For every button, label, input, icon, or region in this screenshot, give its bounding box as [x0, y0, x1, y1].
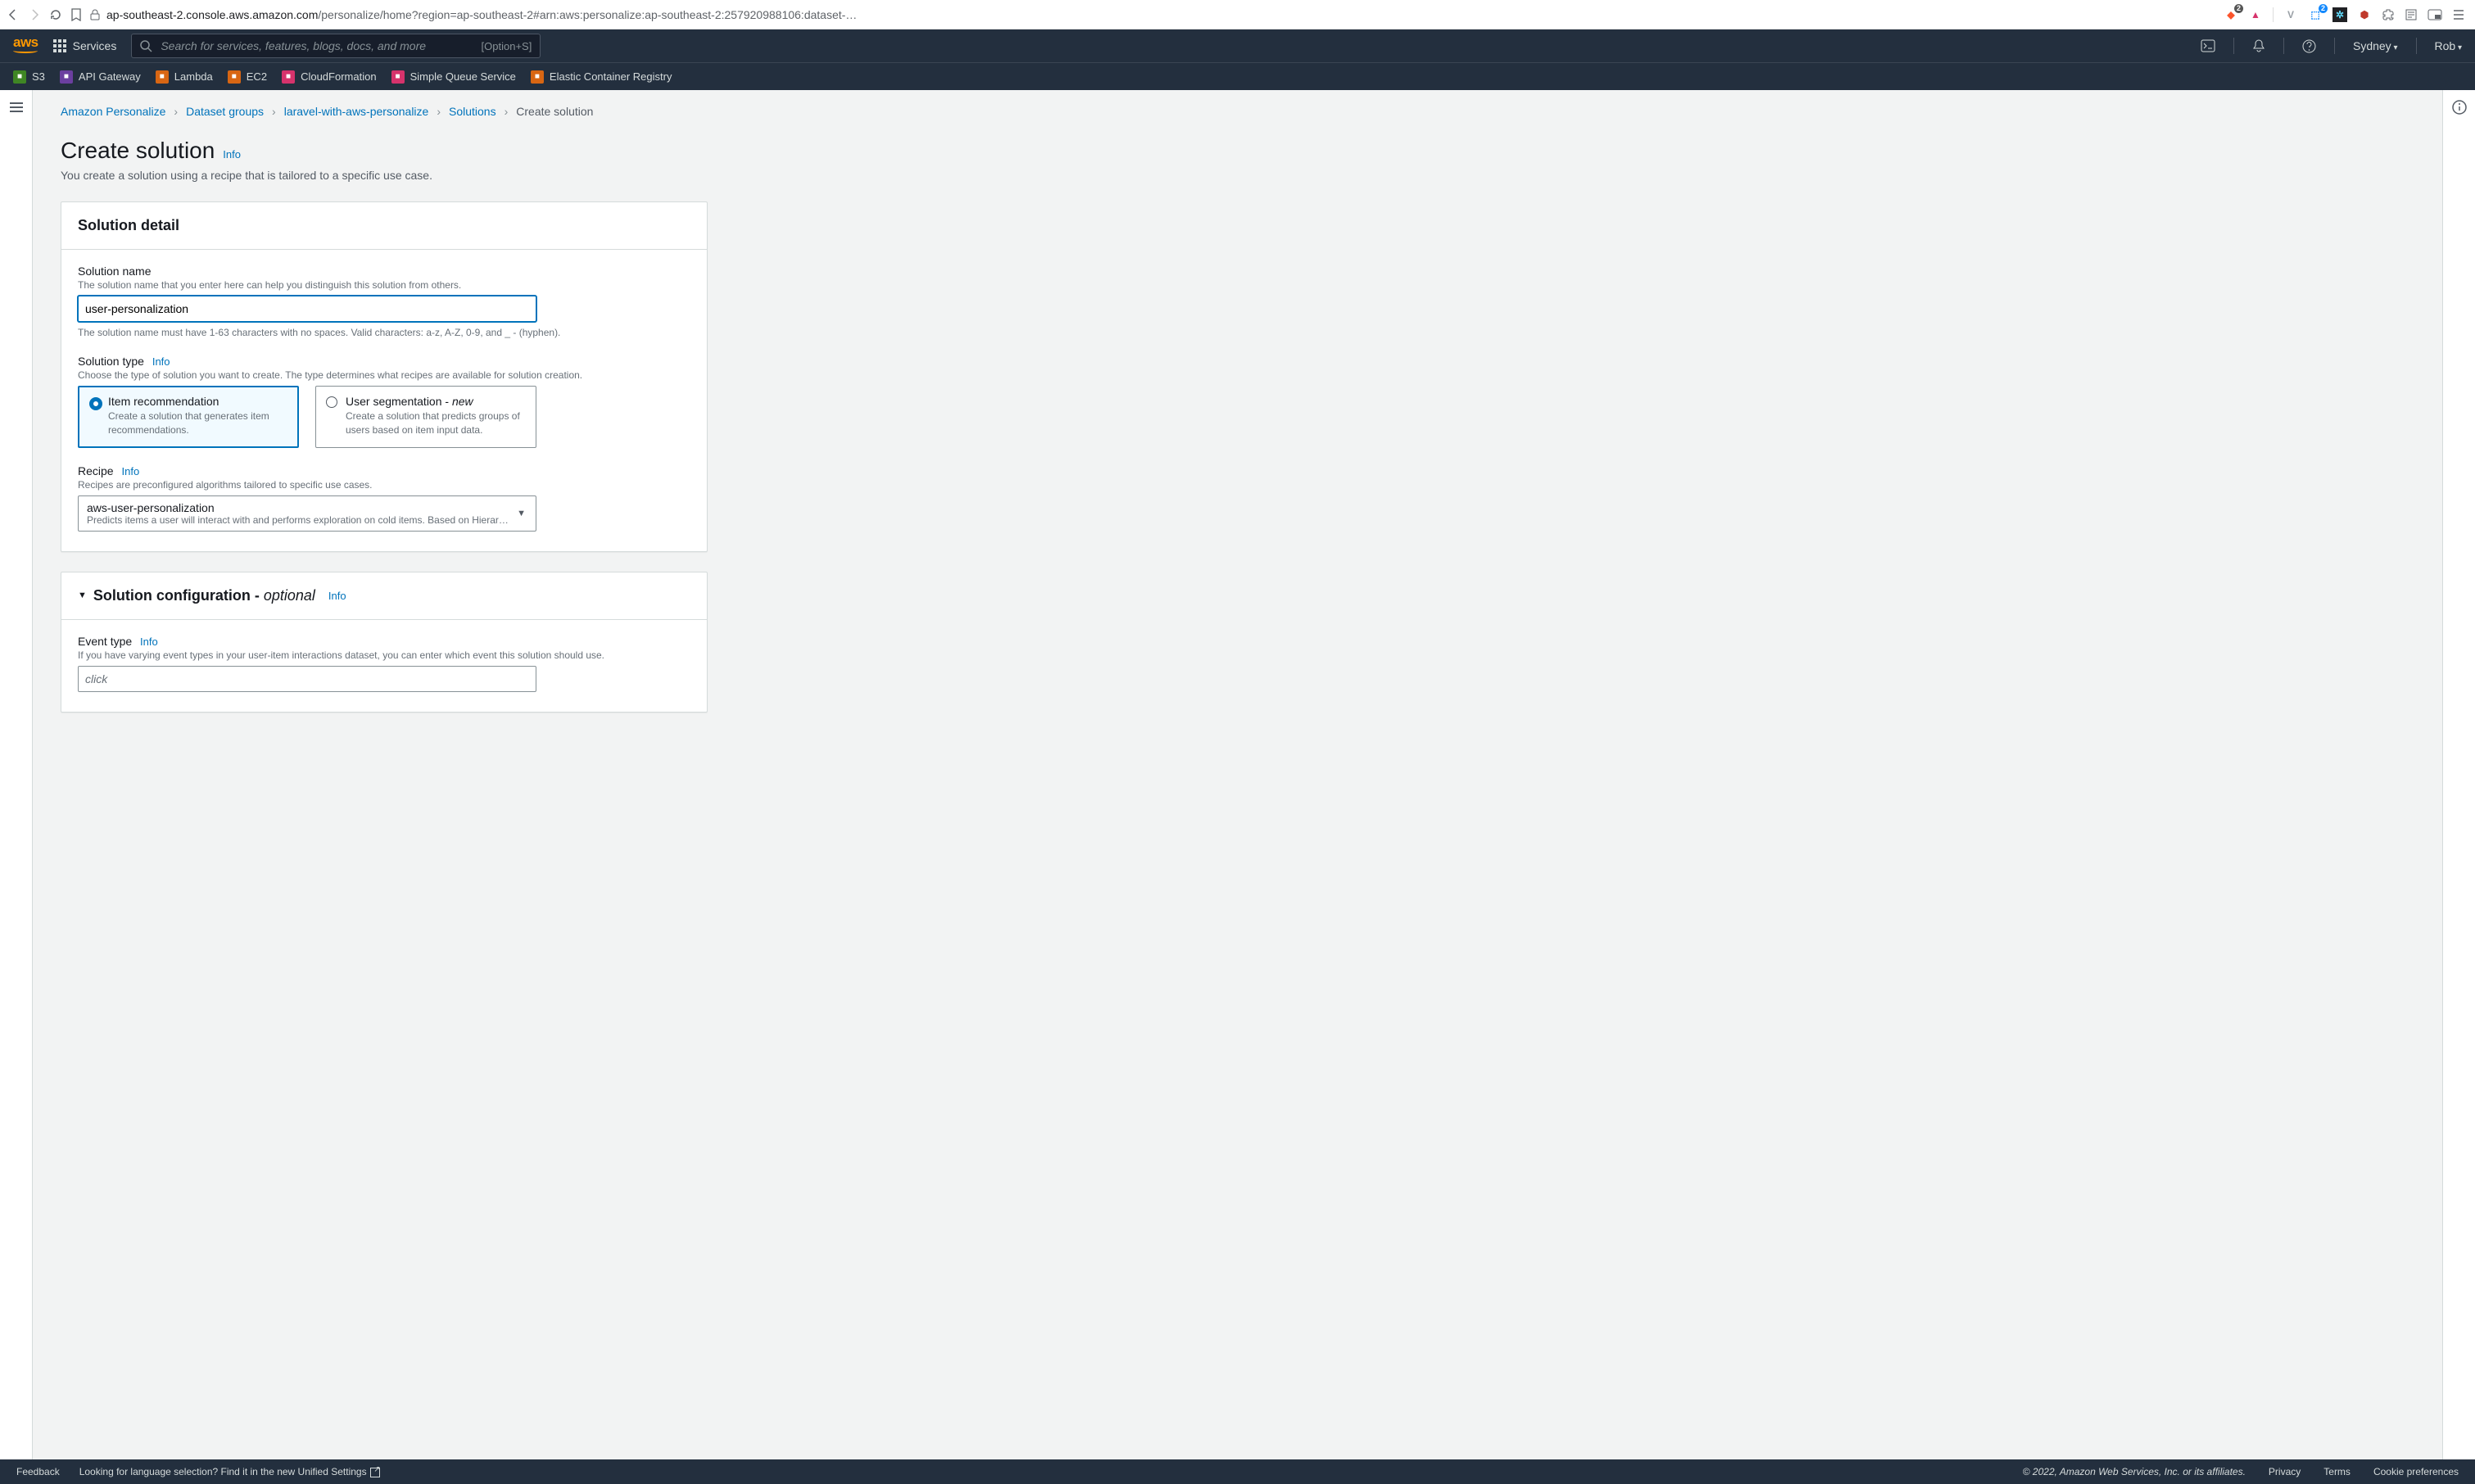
recipe-hint: Recipes are preconfigured algorithms tai… [78, 479, 690, 491]
favorites-bar: ■S3 ■API Gateway ■Lambda ■EC2 ■CloudFormatio… [0, 62, 2475, 90]
fav-item[interactable]: ■API Gateway [60, 70, 141, 84]
solution-config-info-link[interactable]: Info [328, 590, 346, 602]
copyright: © 2022, Amazon Web Services, Inc. or its… [2023, 1466, 2246, 1477]
reload-icon[interactable] [49, 8, 62, 21]
lock-icon [90, 9, 100, 20]
search-input[interactable]: Search for services, features, blogs, do… [131, 34, 541, 58]
tile-item-recommendation[interactable]: Item recommendation Create a solution th… [78, 386, 299, 448]
service-icon: ■ [391, 70, 405, 84]
search-shortcut: [Option+S] [482, 40, 532, 52]
breadcrumb-link[interactable]: Solutions [449, 105, 496, 118]
page-title: Create solution [61, 138, 215, 163]
fav-item[interactable]: ■Lambda [156, 70, 213, 84]
recipe-info-link[interactable]: Info [121, 465, 139, 477]
url-path: /personalize/home?region=ap-southeast-2#… [318, 8, 857, 21]
terms-link[interactable]: Terms [2323, 1466, 2351, 1477]
breadcrumb: Amazon Personalize›Dataset groups›larave… [61, 105, 2409, 118]
panel-title: Solution configuration - optional [93, 587, 315, 604]
pip-icon[interactable] [2427, 9, 2442, 20]
radio-icon [89, 397, 102, 410]
search-icon [140, 40, 152, 52]
solution-detail-panel: Solution detail Solution name The soluti… [61, 201, 708, 552]
url-host: ap-southeast-2.console.aws.amazon.com [106, 8, 318, 21]
ext-icon-dark[interactable]: ✲ [2332, 7, 2347, 22]
fav-item[interactable]: ■EC2 [228, 70, 267, 84]
recipe-select[interactable]: aws-user-personalization Predicts items … [78, 495, 536, 532]
event-type-label: Event type [78, 635, 132, 648]
solution-config-panel: ▼ Solution configuration - optional Info… [61, 572, 708, 713]
language-hint: Looking for language selection? Find it … [79, 1466, 380, 1477]
solution-type-label: Solution type [78, 355, 144, 368]
brave-shields-icon[interactable]: ◆2 [2224, 7, 2238, 22]
event-type-input[interactable] [78, 666, 536, 692]
aws-ext-icon[interactable]: ▲ [2248, 7, 2263, 22]
sidebar-toggle[interactable] [0, 102, 32, 112]
vue-devtools-icon[interactable]: V [2283, 7, 2298, 22]
service-icon: ■ [282, 70, 295, 84]
cloudshell-icon[interactable] [2201, 39, 2215, 52]
info-panel-icon[interactable] [2452, 100, 2467, 115]
event-type-hint: If you have varying event types in your … [78, 649, 690, 661]
bell-icon[interactable] [2252, 39, 2265, 53]
extensions-icon[interactable] [2382, 8, 2395, 21]
solution-type-info-link[interactable]: Info [152, 355, 170, 368]
ublock-icon[interactable]: ⬢ [2357, 7, 2372, 22]
region-selector[interactable]: Sydney [2353, 39, 2398, 52]
console-footer: Feedback Looking for language selection?… [0, 1459, 2475, 1484]
extension-icons: ◆2 ▲ V ⬚2 ✲ ⬢ [2224, 7, 2468, 22]
help-icon[interactable] [2302, 39, 2316, 53]
forward-icon [28, 8, 41, 21]
panel-title: Solution detail [78, 217, 690, 234]
event-type-info-link[interactable]: Info [140, 636, 158, 648]
service-icon: ■ [228, 70, 241, 84]
unified-settings-link[interactable]: Unified Settings [298, 1466, 380, 1477]
breadcrumb-link[interactable]: laravel-with-aws-personalize [284, 105, 429, 118]
search-placeholder: Search for services, features, blogs, do… [161, 39, 426, 52]
reading-list-icon[interactable] [2405, 8, 2418, 21]
chevron-down-icon: ▼ [517, 509, 526, 518]
fav-item[interactable]: ■S3 [13, 70, 45, 84]
browser-chrome: ap-southeast-2.console.aws.amazon.com/pe… [0, 0, 2475, 29]
url-bar[interactable]: ap-southeast-2.console.aws.amazon.com/pe… [90, 8, 2215, 21]
left-rail [0, 90, 33, 1459]
main-content: Amazon Personalize›Dataset groups›larave… [33, 90, 2442, 1459]
fav-item[interactable]: ■CloudFormation [282, 70, 377, 84]
recipe-label: Recipe [78, 464, 114, 477]
react-devtools-icon[interactable]: ⬚2 [2308, 7, 2323, 22]
service-icon: ■ [60, 70, 73, 84]
menu-icon[interactable] [2452, 8, 2465, 21]
right-rail [2442, 90, 2475, 1459]
privacy-link[interactable]: Privacy [2269, 1466, 2301, 1477]
back-icon[interactable] [7, 8, 20, 21]
fav-item[interactable]: ■Simple Queue Service [391, 70, 516, 84]
tile-user-segmentation[interactable]: User segmentation - new Create a solutio… [315, 386, 536, 448]
caret-down-icon: ▼ [78, 590, 87, 600]
breadcrumb-current: Create solution [516, 105, 593, 118]
solution-name-help: The solution name must have 1-63 charact… [78, 327, 690, 338]
aws-top-nav: aws Services Search for services, featur… [0, 29, 2475, 62]
account-menu[interactable]: Rob [2435, 39, 2463, 52]
external-link-icon [370, 1468, 380, 1477]
grid-icon [53, 39, 66, 52]
service-icon: ■ [531, 70, 544, 84]
page-description: You create a solution using a recipe tha… [61, 169, 2409, 182]
solution-type-hint: Choose the type of solution you want to … [78, 369, 690, 381]
bookmark-icon[interactable] [70, 8, 82, 21]
solution-config-toggle[interactable]: ▼ Solution configuration - optional Info [61, 572, 707, 620]
solution-name-input[interactable] [78, 296, 536, 322]
breadcrumb-link[interactable]: Dataset groups [186, 105, 264, 118]
services-menu[interactable]: Services [53, 39, 117, 52]
solution-name-label: Solution name [78, 265, 690, 278]
breadcrumb-link[interactable]: Amazon Personalize [61, 105, 165, 118]
solution-name-hint: The solution name that you enter here ca… [78, 279, 690, 291]
fav-item[interactable]: ■Elastic Container Registry [531, 70, 672, 84]
feedback-link[interactable]: Feedback [16, 1466, 60, 1477]
aws-logo[interactable]: aws [13, 38, 38, 53]
cookie-prefs-link[interactable]: Cookie preferences [2373, 1466, 2459, 1477]
service-icon: ■ [156, 70, 169, 84]
service-icon: ■ [13, 70, 26, 84]
page-title-info-link[interactable]: Info [223, 148, 241, 161]
radio-icon [326, 396, 337, 408]
